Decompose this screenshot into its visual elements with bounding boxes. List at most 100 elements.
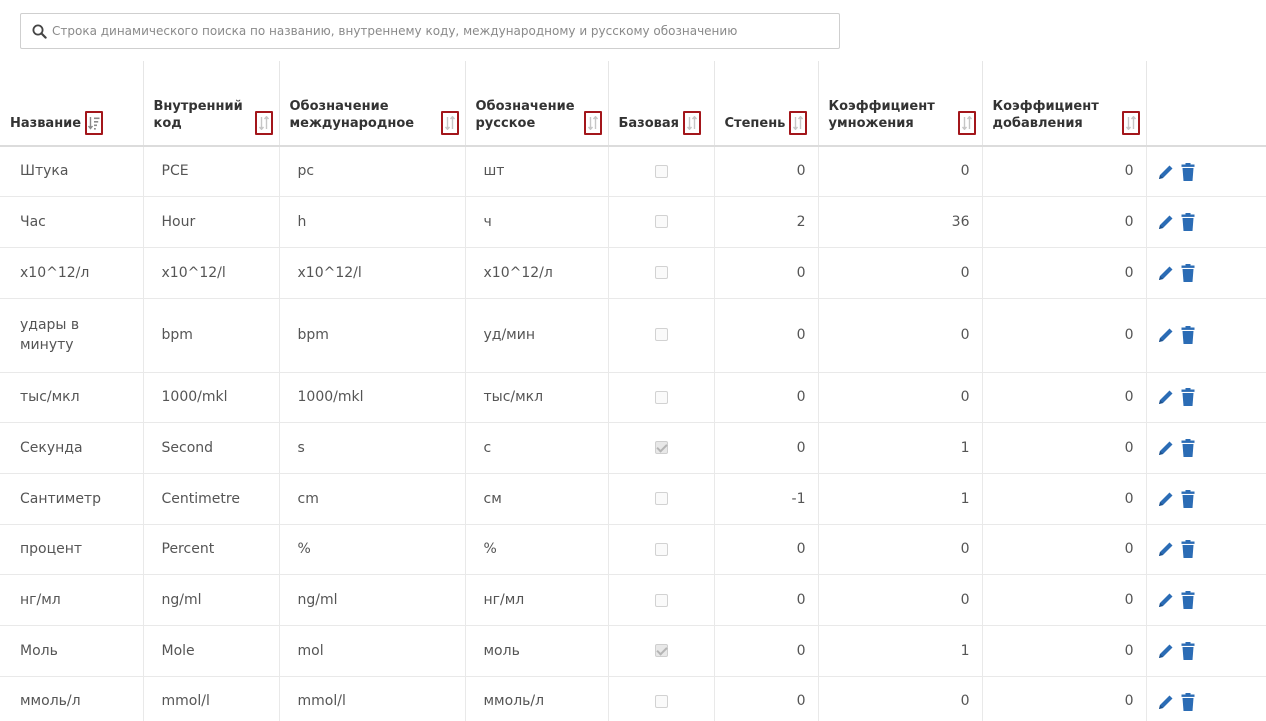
- cell-multiplier: 0: [818, 676, 983, 721]
- table-row: ммоль/л mmol/l mmol/l ммоль/л 0 0 0: [0, 676, 1266, 721]
- trash-icon[interactable]: [1181, 540, 1195, 559]
- table-row: Моль Mole mol моль 0 1 0: [0, 625, 1266, 677]
- column-header-label: Название: [10, 116, 82, 132]
- cell-multiplier: 1: [818, 422, 983, 474]
- sort-icon[interactable]: [440, 111, 459, 135]
- cell-addend: 0: [982, 196, 1147, 248]
- cell-name: Штука: [0, 146, 144, 198]
- cell-base: [608, 625, 715, 677]
- pencil-icon[interactable]: [1157, 163, 1175, 181]
- cell-base: [608, 574, 715, 626]
- trash-icon[interactable]: [1181, 263, 1195, 282]
- table-row: Секунда Second s с 0 1 0: [0, 422, 1266, 474]
- trash-icon[interactable]: [1181, 591, 1195, 610]
- cell-intl-symbol: h: [279, 196, 466, 248]
- pencil-icon[interactable]: [1157, 388, 1175, 406]
- base-checkbox: [654, 328, 668, 342]
- trash-icon[interactable]: [1181, 641, 1195, 660]
- base-checkbox: [654, 215, 668, 229]
- table-row: Час Hour h ч 2 36 0: [0, 196, 1266, 248]
- search-input[interactable]: [52, 16, 839, 46]
- pencil-icon[interactable]: [1157, 213, 1175, 231]
- cell-code: Percent: [143, 524, 280, 576]
- cell-name: Сантиметр: [0, 473, 144, 525]
- cell-rus-symbol: x10^12/л: [465, 247, 609, 299]
- trash-icon[interactable]: [1181, 326, 1195, 345]
- cell-rus-symbol: нг/мл: [465, 574, 609, 626]
- sort-icon[interactable]: [789, 111, 808, 135]
- table-header-row: Название Внутренний код Обозначение междунар…: [0, 61, 1266, 147]
- search-box[interactable]: [20, 13, 840, 49]
- base-checkbox: [654, 390, 668, 404]
- pencil-icon[interactable]: [1157, 693, 1175, 711]
- cell-intl-symbol: bpm: [279, 298, 466, 373]
- cell-rus-symbol: см: [465, 473, 609, 525]
- pencil-icon[interactable]: [1157, 540, 1175, 558]
- cell-base: [608, 247, 715, 299]
- trash-icon[interactable]: [1181, 213, 1195, 232]
- cell-base: [608, 146, 715, 198]
- cell-intl-symbol: s: [279, 422, 466, 474]
- table-row: x10^12/л x10^12/l x10^12/l x10^12/л 0 0 0: [0, 247, 1266, 299]
- column-header-actions: [1146, 61, 1266, 147]
- column-header-code: Внутренний код: [143, 61, 280, 147]
- cell-multiplier: 0: [818, 524, 983, 576]
- units-table: Название Внутренний код Обозначение междунар…: [0, 61, 1266, 721]
- cell-power: -1: [714, 473, 819, 525]
- cell-addend: 0: [982, 298, 1147, 373]
- cell-multiplier: 0: [818, 372, 983, 424]
- cell-actions: [1146, 146, 1266, 198]
- trash-icon[interactable]: [1181, 692, 1195, 711]
- cell-intl-symbol: ng/ml: [279, 574, 466, 626]
- base-checkbox: [654, 164, 668, 178]
- sort-icon[interactable]: [683, 111, 702, 135]
- pencil-icon[interactable]: [1157, 264, 1175, 282]
- cell-actions: [1146, 196, 1266, 248]
- cell-addend: 0: [982, 247, 1147, 299]
- sort-icon[interactable]: [957, 111, 976, 135]
- cell-actions: [1146, 676, 1266, 721]
- sort-icon[interactable]: [254, 111, 273, 135]
- cell-code: mmol/l: [143, 676, 280, 721]
- pencil-icon[interactable]: [1157, 326, 1175, 344]
- cell-power: 0: [714, 625, 819, 677]
- cell-code: Hour: [143, 196, 280, 248]
- trash-icon[interactable]: [1181, 162, 1195, 181]
- cell-rus-symbol: с: [465, 422, 609, 474]
- pencil-icon[interactable]: [1157, 642, 1175, 660]
- base-checkbox: [654, 694, 668, 708]
- table-row: удары в минуту bpm bpm уд/мин 0 0 0: [0, 298, 1266, 373]
- base-checkbox: [654, 492, 668, 506]
- trash-icon[interactable]: [1181, 489, 1195, 508]
- cell-base: [608, 473, 715, 525]
- cell-actions: [1146, 247, 1266, 299]
- cell-addend: 0: [982, 473, 1147, 525]
- cell-actions: [1146, 298, 1266, 373]
- column-header-mult: Коэффициент умножения: [818, 61, 983, 147]
- trash-icon[interactable]: [1181, 388, 1195, 407]
- cell-name: тыс/мкл: [0, 372, 144, 424]
- cell-name: ммоль/л: [0, 676, 144, 721]
- cell-addend: 0: [982, 625, 1147, 677]
- sort-icon[interactable]: [1121, 111, 1140, 135]
- pencil-icon[interactable]: [1157, 439, 1175, 457]
- base-checkbox: [654, 441, 668, 455]
- pencil-icon[interactable]: [1157, 591, 1175, 609]
- trash-icon[interactable]: [1181, 439, 1195, 458]
- cell-power: 0: [714, 676, 819, 721]
- base-checkbox: [654, 644, 668, 658]
- sort-descending-icon[interactable]: [85, 111, 104, 135]
- cell-intl-symbol: 1000/mkl: [279, 372, 466, 424]
- cell-code: 1000/mkl: [143, 372, 280, 424]
- cell-intl-symbol: mol: [279, 625, 466, 677]
- cell-power: 0: [714, 524, 819, 576]
- cell-actions: [1146, 524, 1266, 576]
- pencil-icon[interactable]: [1157, 490, 1175, 508]
- cell-rus-symbol: шт: [465, 146, 609, 198]
- cell-rus-symbol: ч: [465, 196, 609, 248]
- base-checkbox: [654, 266, 668, 280]
- sort-icon[interactable]: [583, 111, 602, 135]
- cell-intl-symbol: pc: [279, 146, 466, 198]
- cell-multiplier: 1: [818, 625, 983, 677]
- cell-actions: [1146, 625, 1266, 677]
